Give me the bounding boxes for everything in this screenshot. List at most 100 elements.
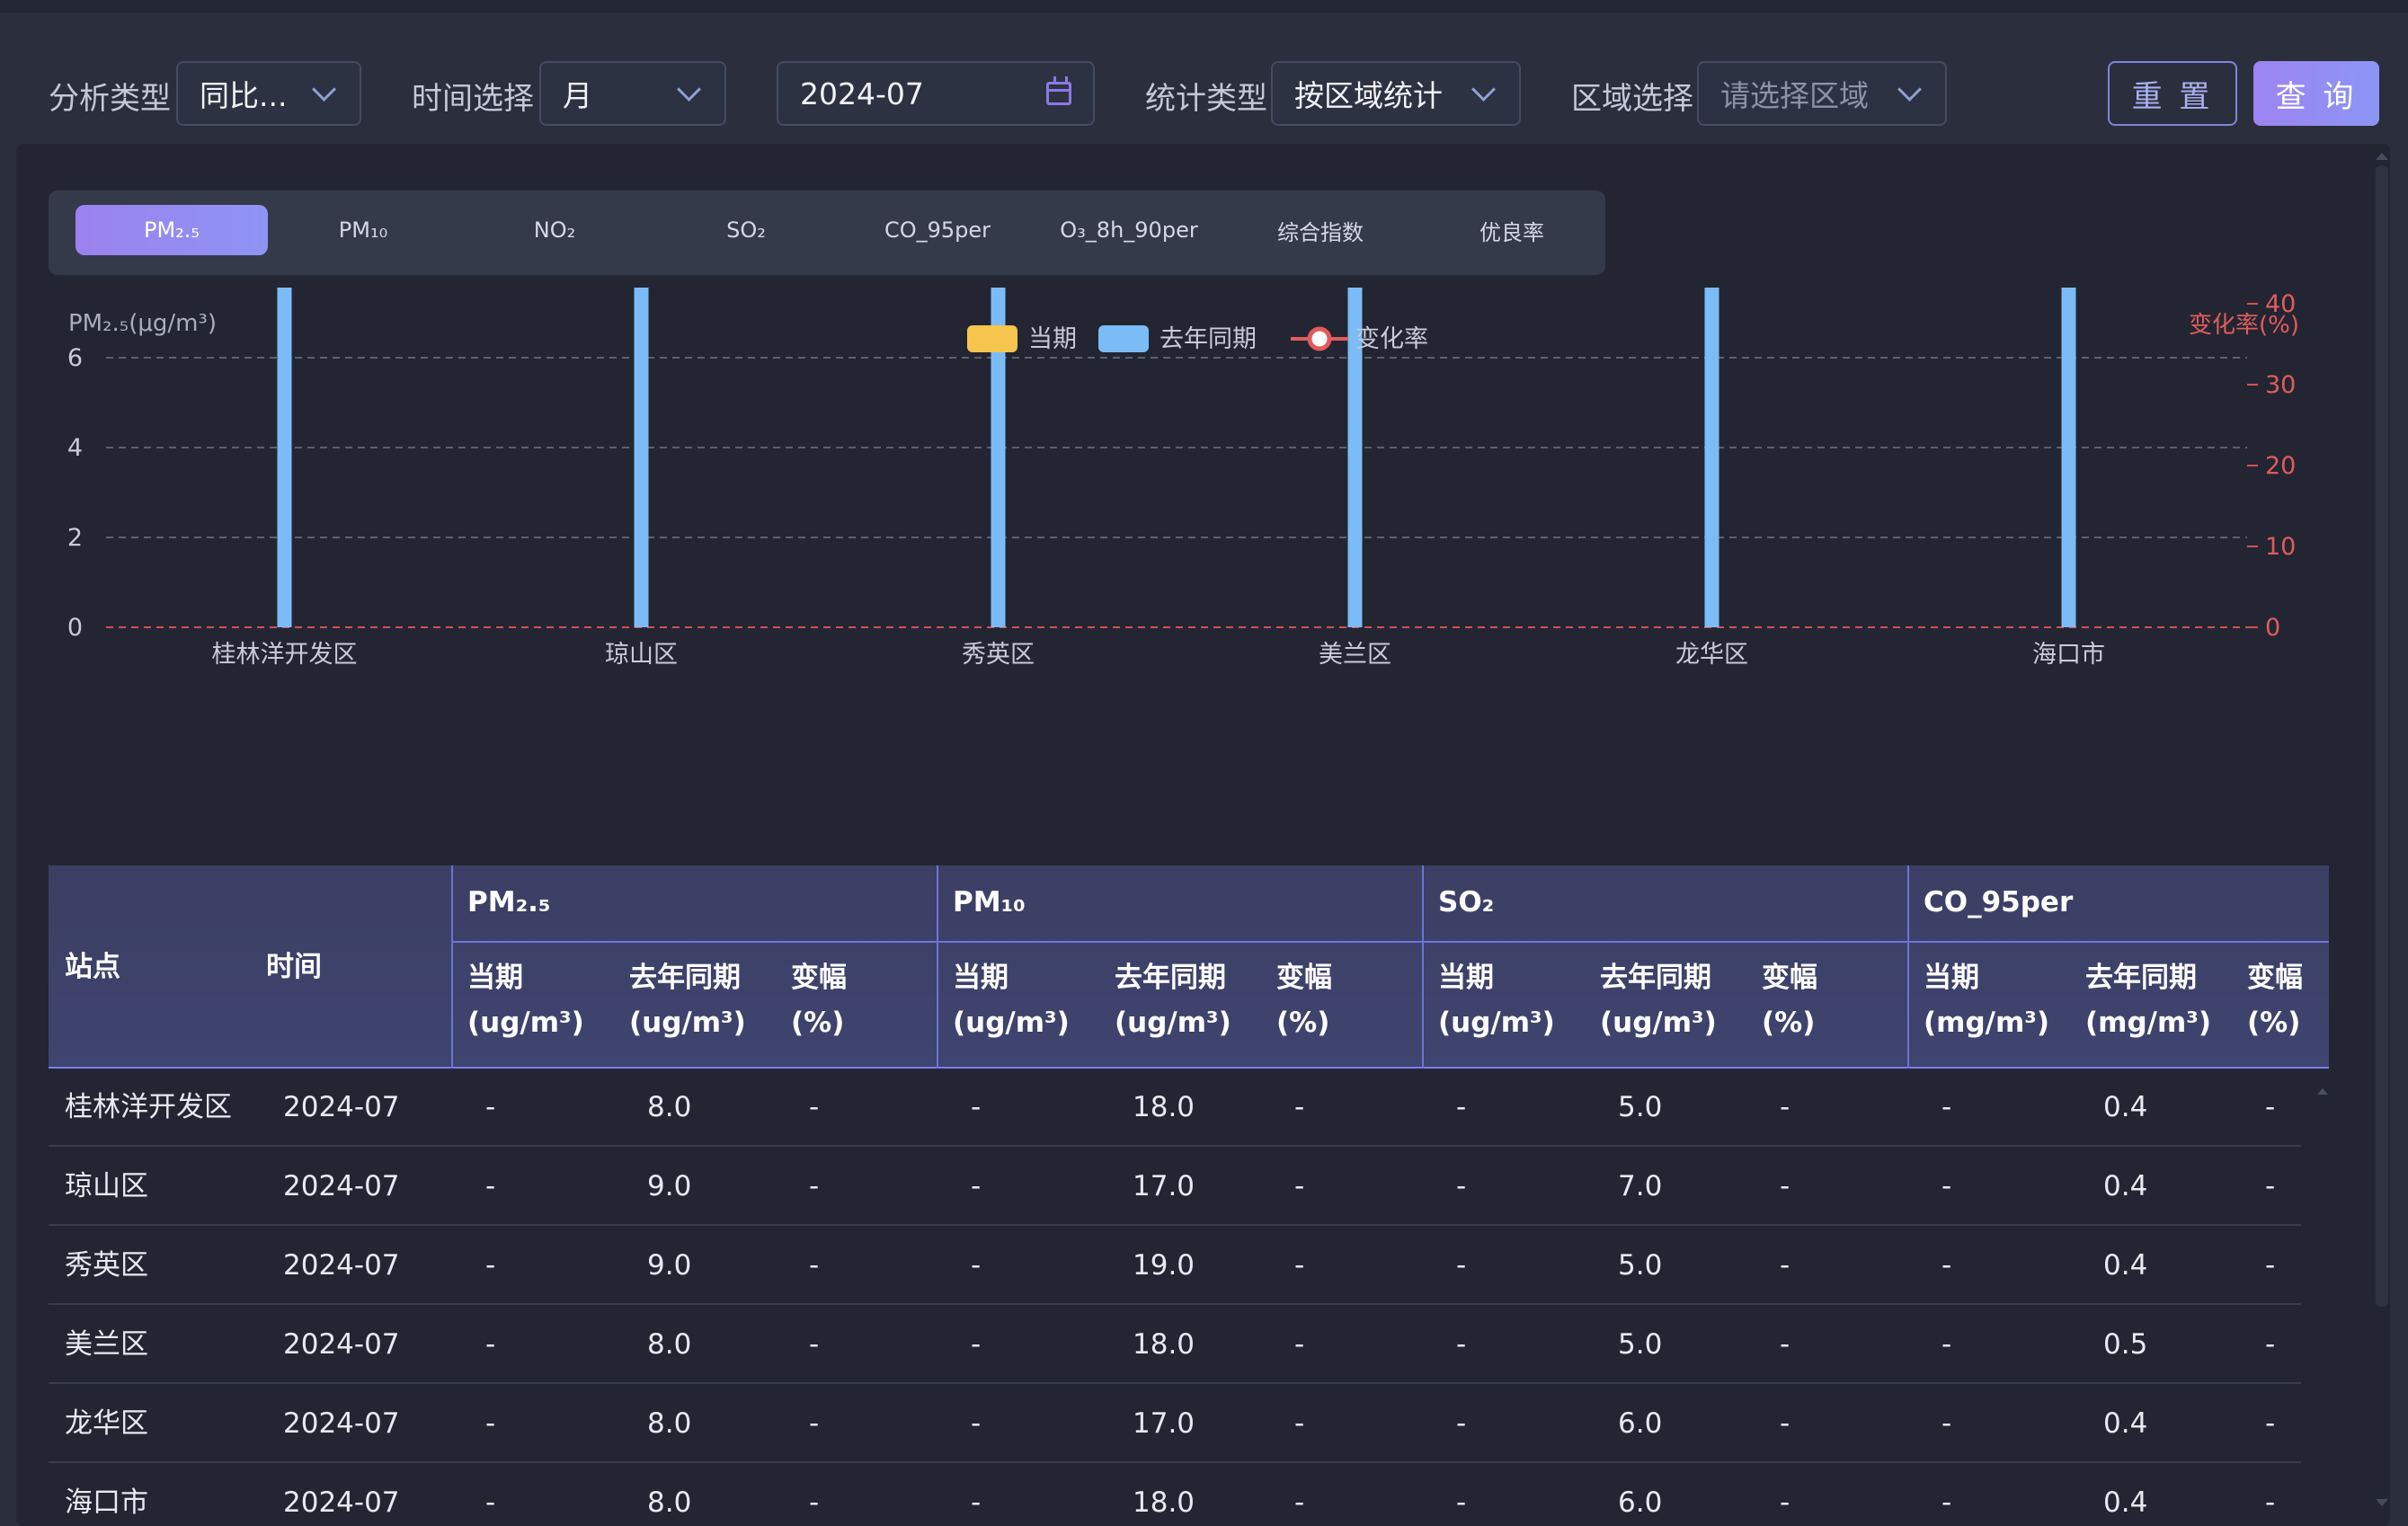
table-cell: 18.0 [1133, 1486, 1195, 1519]
panel-scrollbar[interactable] [2374, 153, 2390, 1526]
time-header: 时间 [266, 951, 322, 983]
region-select[interactable]: 请选择区域 [1697, 61, 1947, 126]
table-scrollbar[interactable] [2317, 1088, 2328, 1520]
bar-去年同期 [1704, 288, 1719, 627]
sub-header-unit: (%) [2247, 1007, 2301, 1039]
table-cell: - [1456, 1407, 1467, 1440]
header-divider [451, 865, 453, 1069]
sub-header-unit: (ug/m³) [1115, 1007, 1231, 1039]
table-cell: 0.4 [2103, 1486, 2148, 1519]
legend-marker-change-rate [1307, 326, 1332, 351]
table-cell: - [1456, 1091, 1467, 1123]
scroll-up-icon [2317, 1088, 2328, 1095]
table-cell: 8.0 [647, 1091, 692, 1123]
table-cell: - [2265, 1486, 2276, 1519]
table-cell: - [1942, 1249, 1952, 1282]
sub-header-unit: (ug/m³) [1600, 1007, 1717, 1039]
sub-header-cell: 当期 (ug/m³) [953, 955, 1070, 1045]
tab-no2[interactable]: NO₂ [458, 205, 651, 255]
table-cell: 9.0 [647, 1170, 692, 1202]
sub-header-unit: (ug/m³) [953, 1007, 1070, 1039]
tab-o3-8h-90per[interactable]: O₃_8h_90per [1033, 205, 1225, 255]
table-cell: - [809, 1170, 820, 1202]
sub-header-cell: 变幅 (%) [1276, 955, 1332, 1045]
y-axis-title: PM₂.₅(μg/m³) [68, 310, 217, 337]
query-button[interactable]: 查 询 [2253, 61, 2379, 126]
table-cell: - [809, 1091, 820, 1123]
sub-header-unit: (ug/m³) [629, 1007, 746, 1039]
sub-header-unit: (%) [791, 1007, 845, 1039]
header-divider [1907, 865, 1909, 1069]
sub-header-title: 去年同期 [629, 962, 741, 994]
table-row[interactable]: 海口市 2024-07 - 8.0 - - 18.0 - - 6.0 - - 0.4 - [49, 1464, 2301, 1526]
table-header: 站点 时间 PM₂.₅ PM₁₀ SO₂ CO_95per 当期 (ug/m³) 去… [49, 865, 2329, 1069]
table-cell: - [1294, 1249, 1305, 1282]
table-cell: - [2265, 1328, 2276, 1361]
table-cell: - [971, 1328, 982, 1361]
table-cell: - [809, 1486, 820, 1519]
sub-header-cell: 变幅 (%) [1762, 955, 1817, 1045]
sub-header-cell: 去年同期 (ug/m³) [629, 955, 746, 1045]
data-table: 站点 时间 PM₂.₅ PM₁₀ SO₂ CO_95per 当期 (ug/m³) 去… [49, 865, 2329, 1526]
table-cell: 5.0 [1618, 1328, 1663, 1361]
header-divider [937, 865, 938, 1069]
sub-header-title: 变幅 [1762, 962, 1817, 994]
table-cell: 海口市 [65, 1486, 148, 1519]
table-cell: - [485, 1328, 496, 1361]
table-cell: 8.0 [647, 1407, 692, 1440]
sub-header-title: 变幅 [1276, 962, 1332, 994]
analysis-type-select[interactable]: 同比... [176, 61, 361, 126]
table-row[interactable]: 桂林洋开发区 2024-07 - 8.0 - - 18.0 - - 5.0 - - 0.4 - [49, 1069, 2301, 1147]
table-cell: 桂林洋开发区 [65, 1091, 232, 1123]
bar-去年同期 [277, 288, 292, 627]
main-panel: PM₂.₅ PM₁₀ NO₂ SO₂ CO_95per O₃_8h_90per … [16, 144, 2390, 1526]
y-tick-label: 0 [67, 614, 83, 642]
table-cell: - [971, 1249, 982, 1282]
calendar-icon [1046, 76, 1071, 105]
date-picker[interactable]: 2024-07 [777, 61, 1095, 126]
tab-pm10[interactable]: PM₁₀ [267, 205, 459, 255]
tab-composite-index[interactable]: 综合指数 [1224, 205, 1417, 255]
table-cell: - [2265, 1170, 2276, 1202]
table-cell: 17.0 [1133, 1170, 1195, 1202]
tab-good-rate[interactable]: 优良率 [1416, 205, 1608, 255]
reset-button[interactable]: 重 置 [2108, 61, 2237, 126]
top-strip [0, 0, 2408, 13]
station-header: 站点 [65, 951, 120, 983]
table-row[interactable]: 琼山区 2024-07 - 9.0 - - 17.0 - - 7.0 - - 0.4 - [49, 1148, 2301, 1226]
stat-type-select[interactable]: 按区域统计 [1271, 61, 1521, 126]
y2-tick-label: 30 [2265, 371, 2296, 399]
scroll-up-icon [2376, 153, 2388, 160]
table-cell: - [971, 1091, 982, 1123]
table-cell: 6.0 [1618, 1486, 1663, 1519]
table-cell: - [1294, 1091, 1305, 1123]
table-cell: - [1456, 1249, 1467, 1282]
table-cell: 2024-07 [283, 1091, 400, 1123]
region-placeholder: 请选择区域 [1720, 78, 1869, 113]
table-row[interactable]: 美兰区 2024-07 - 8.0 - - 18.0 - - 5.0 - - 0.5 - [49, 1306, 2301, 1384]
table-cell: 9.0 [647, 1249, 692, 1282]
y2-axis-title: 变化率(%) [2189, 312, 2299, 339]
sub-header-unit: (%) [1762, 1007, 1816, 1039]
region-label: 区域选择 [1571, 81, 1693, 117]
stat-type-value: 按区域统计 [1294, 78, 1443, 113]
tab-so2[interactable]: SO₂ [650, 205, 842, 255]
time-select-label: 时间选择 [412, 81, 534, 117]
stat-type-label: 统计类型 [1145, 81, 1267, 117]
table-cell: 18.0 [1133, 1091, 1195, 1123]
table-cell: - [1942, 1091, 1952, 1123]
table-row[interactable]: 秀英区 2024-07 - 9.0 - - 19.0 - - 5.0 - - 0.4 - [49, 1227, 2301, 1305]
table-cell: 8.0 [647, 1486, 692, 1519]
time-select[interactable]: 月 [539, 61, 726, 126]
scrollbar-thumb[interactable] [2376, 165, 2388, 1307]
table-cell: 0.5 [2103, 1328, 2148, 1361]
x-tick-label: 美兰区 [1319, 641, 1391, 669]
tab-pm25[interactable]: PM₂.₅ [76, 205, 268, 255]
table-row[interactable]: 龙华区 2024-07 - 8.0 - - 17.0 - - 6.0 - - 0.4 - [49, 1385, 2301, 1463]
table-cell: - [1294, 1328, 1305, 1361]
header-divider [1422, 865, 1424, 1069]
group-header-pm10: PM₁₀ [953, 886, 1026, 918]
tab-co-95per[interactable]: CO_95per [841, 205, 1034, 255]
table-cell: - [485, 1170, 496, 1202]
table-cell: - [1456, 1328, 1467, 1361]
